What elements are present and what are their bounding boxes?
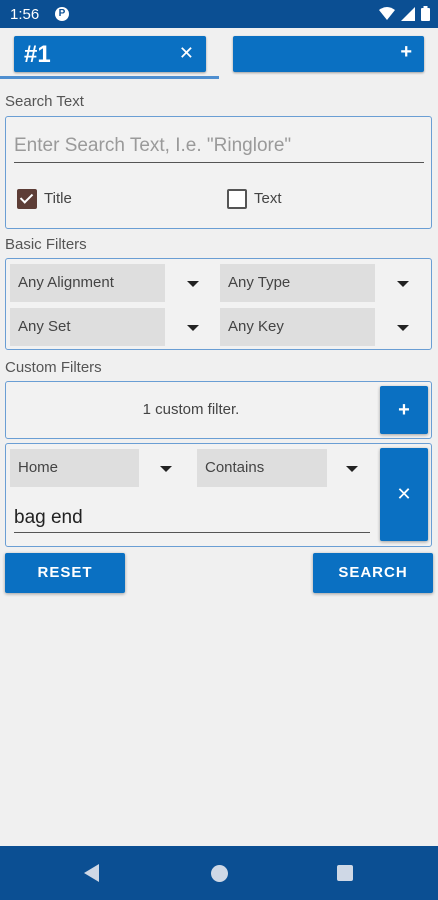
- status-time: 1:56: [10, 6, 40, 23]
- search-button[interactable]: SEARCH: [313, 553, 433, 593]
- alignment-select[interactable]: Any Alignment: [10, 264, 165, 302]
- reset-button[interactable]: RESET: [5, 553, 125, 593]
- wifi-icon: [379, 6, 395, 20]
- status-bar: 1:56 P: [0, 0, 438, 28]
- search-text-panel: Enter Search Text, I.e. "Ringlore" Title…: [5, 116, 432, 229]
- set-select[interactable]: Any Set: [10, 308, 165, 346]
- filter-field-chevron-down-icon: [160, 466, 172, 472]
- filter-operator-select[interactable]: Contains: [197, 449, 327, 487]
- text-checkbox-label: Text: [254, 190, 282, 207]
- back-icon[interactable]: [84, 864, 99, 882]
- type-select[interactable]: Any Type: [220, 264, 375, 302]
- app-notification-icon: P: [55, 7, 69, 21]
- remove-custom-filter-button[interactable]: ✕: [380, 448, 428, 541]
- add-custom-filter-button[interactable]: +: [380, 386, 428, 434]
- system-icons: [379, 6, 430, 21]
- search-text-heading: Search Text: [5, 93, 84, 110]
- basic-filters-panel: Any Alignment Any Type Any Set Any Key: [5, 258, 432, 350]
- custom-filters-summary-panel: 1 custom filter. +: [5, 381, 432, 439]
- key-select[interactable]: Any Key: [220, 308, 375, 346]
- recent-apps-icon[interactable]: [337, 865, 353, 881]
- battery-icon: [421, 6, 430, 21]
- custom-filter-row: Home Contains bag end ✕: [5, 443, 432, 547]
- active-tab-indicator: [0, 76, 219, 79]
- plus-icon: +: [400, 41, 412, 63]
- title-checkbox-label: Title: [44, 190, 72, 207]
- system-nav-bar: [0, 846, 438, 900]
- home-icon[interactable]: [211, 865, 228, 882]
- search-text-input[interactable]: Enter Search Text, I.e. "Ringlore": [14, 129, 424, 163]
- signal-icon: [401, 6, 415, 21]
- key-chevron-down-icon: [397, 325, 409, 331]
- title-checkbox[interactable]: [17, 189, 37, 209]
- custom-filters-heading: Custom Filters: [5, 359, 102, 376]
- custom-filters-count: 1 custom filter.: [142, 401, 240, 418]
- close-tab-icon[interactable]: ✕: [179, 43, 194, 64]
- tab-1-label: #1: [24, 41, 51, 68]
- set-chevron-down-icon: [187, 325, 199, 331]
- tab-1[interactable]: #1 ✕: [14, 36, 206, 72]
- basic-filters-heading: Basic Filters: [5, 236, 87, 253]
- filter-operator-chevron-down-icon: [346, 466, 358, 472]
- text-checkbox[interactable]: [227, 189, 247, 209]
- filter-field-select[interactable]: Home: [10, 449, 139, 487]
- add-tab-button[interactable]: +: [233, 36, 424, 72]
- alignment-chevron-down-icon: [187, 281, 199, 287]
- filter-value-input[interactable]: bag end: [14, 504, 370, 533]
- type-chevron-down-icon: [397, 281, 409, 287]
